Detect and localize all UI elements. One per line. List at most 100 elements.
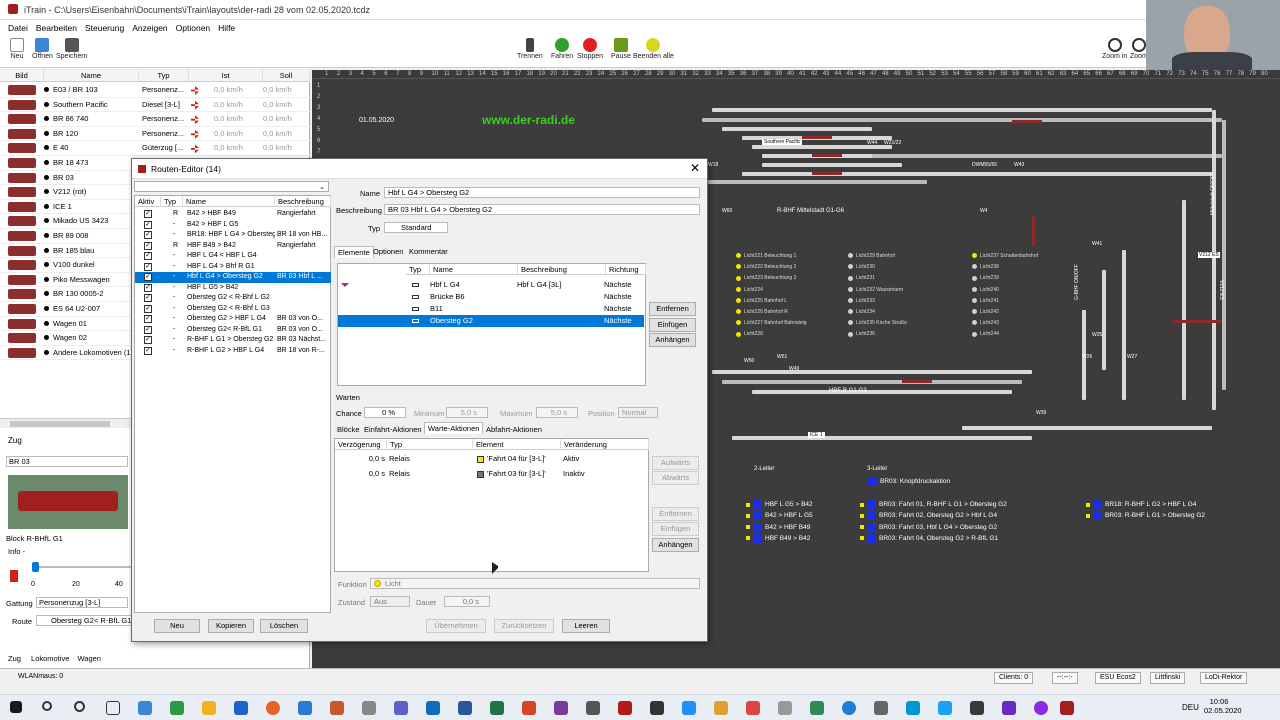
element-row[interactable]: Brücke B6 Nächste xyxy=(338,291,644,303)
lamp-switch[interactable]: Licht224 xyxy=(736,287,763,293)
language-indicator[interactable]: DEU xyxy=(1182,703,1199,712)
col-soll[interactable]: Soll xyxy=(263,70,310,82)
col-name[interactable]: Name xyxy=(44,70,139,82)
taskbar-app-15-icon[interactable] xyxy=(906,701,920,715)
outlook-icon[interactable] xyxy=(426,701,440,715)
loco-row[interactable]: E 40 Güterzug [... 0,0 km/h 0,0 km/h xyxy=(0,141,310,156)
itrain-taskbar-icon[interactable] xyxy=(1060,701,1074,715)
uebernehmen-button[interactable]: Übernehmen xyxy=(426,619,486,633)
search-icon[interactable] xyxy=(42,701,52,711)
col-elem-beschreibung[interactable]: Beschreibung xyxy=(518,264,606,275)
element-row[interactable]: B11 Nächste xyxy=(338,303,644,315)
lamp-switch[interactable]: Licht226 Bahnhof R xyxy=(736,309,788,315)
tab-einfahrt-aktionen[interactable]: Einfahrt-Aktionen xyxy=(361,424,425,436)
route-row[interactable]: ✓ - Hbf L G4 > Obersteg G2 BR 03 Hbf L ... xyxy=(135,272,331,283)
taskbar-app-5-icon[interactable] xyxy=(362,701,376,715)
route-active-checkbox[interactable]: ✓ xyxy=(144,315,152,323)
lamp-switch[interactable]: Licht223 Beleuchtung 3 xyxy=(736,275,796,281)
route-active-checkbox[interactable]: ✓ xyxy=(144,336,152,344)
route-row[interactable]: ✓ - Obersteg G2< R-BfL G1 BR 03 von O... xyxy=(135,325,331,336)
aufwaerts-button[interactable]: Aufwärts xyxy=(652,456,699,470)
lamp-switch[interactable]: Licht241 xyxy=(972,298,999,304)
lamp-switch[interactable]: Licht240 xyxy=(972,287,999,293)
route-row[interactable]: ✓ - Obersteg G2 < R-Bhf L G3 xyxy=(135,304,331,315)
tab-abfahrt-aktionen[interactable]: Abfahrt-Aktionen xyxy=(483,424,545,436)
element-row[interactable]: Hbf L G4 Hbf L G4 [3L] Nächste xyxy=(338,279,644,291)
esu-status[interactable]: ESU Ecos2 xyxy=(1095,672,1141,684)
pause-button[interactable]: Pause xyxy=(611,38,631,60)
col-verzoegerung[interactable]: Verzögerung xyxy=(335,439,387,450)
tab-bloecke[interactable]: Blöcke xyxy=(334,424,363,436)
lamp-switch[interactable]: Licht239 xyxy=(972,275,999,281)
scroll-thumb[interactable] xyxy=(10,421,110,427)
zug-selector[interactable]: BR 03 xyxy=(6,456,128,467)
lamp-switch[interactable]: Licht233 xyxy=(848,298,875,304)
col-typ[interactable]: Typ xyxy=(139,70,189,82)
label-ice[interactable]: ICE 1 xyxy=(808,432,825,438)
direction-arrows-icon[interactable] xyxy=(191,86,199,95)
beschreibung-input[interactable]: BR 03 Hbf L G4 > Obersteg G2 xyxy=(384,204,700,215)
typ-select[interactable]: Standard xyxy=(384,222,448,233)
menu-optionen[interactable]: Optionen xyxy=(176,20,211,36)
direction-arrows-icon[interactable] xyxy=(191,144,199,154)
route-row[interactable]: ✓ - B42 > HBF L G5 xyxy=(135,220,331,231)
funktion-select[interactable]: Licht xyxy=(370,578,700,589)
route-active-checkbox[interactable]: ✓ xyxy=(144,294,152,302)
neu-button[interactable]: Neu xyxy=(154,619,200,633)
route-row[interactable]: ✓ R HBF B49 > B42 Rangierfahrt xyxy=(135,241,331,252)
lamp-switch[interactable]: Licht222 Beleuchtung 2 xyxy=(736,264,796,270)
tab-optionen[interactable]: Optionen xyxy=(370,246,406,258)
run-button[interactable]: Fahren xyxy=(551,38,573,60)
tab-elemente[interactable]: Elemente xyxy=(334,246,374,258)
tab-lokomotive[interactable]: Lokomotive xyxy=(31,654,69,663)
zoom-in-button[interactable]: Zoom in xyxy=(1102,38,1127,60)
direction-arrows-icon[interactable] xyxy=(191,129,199,139)
speed-slider-track[interactable] xyxy=(32,566,137,568)
entfernen-action-button[interactable]: Entfernen xyxy=(652,507,699,521)
einfuegen-action-button[interactable]: Einfügen xyxy=(652,522,699,536)
route-row[interactable]: ✓ - R-BHF L G2 > HBF L G4 BR 18 von R-... xyxy=(135,346,331,357)
maximum-spinner[interactable]: 5,0 s xyxy=(536,407,578,418)
route-button[interactable]: B42 > HBF B49 xyxy=(746,522,810,532)
menu-bearbeiten[interactable]: Bearbeiten xyxy=(36,20,77,36)
loco-row[interactable]: E03 / BR 103 Personenz... 0,0 km/h 0,0 km/h xyxy=(0,83,310,98)
col-name[interactable]: Name xyxy=(183,196,275,207)
minimum-spinner[interactable]: 5,0 s xyxy=(446,407,488,418)
route-button[interactable]: BR03: Fahrt 01, R-BHF L G1 > Obersteg G2 xyxy=(860,500,1007,509)
col-element[interactable]: Element xyxy=(473,439,561,450)
route-row[interactable]: ✓ - HBF L G5 > B42 xyxy=(135,283,331,294)
lodi-status[interactable]: LoDi-Rektor xyxy=(1200,672,1248,684)
clock[interactable]: 10:06 02.05.2020 xyxy=(1204,697,1242,715)
zuruecksetzen-button[interactable]: Zurücksetzen xyxy=(494,619,554,633)
col-elem-richtung[interactable]: Richtung xyxy=(606,264,646,275)
cortana-icon[interactable] xyxy=(74,701,85,712)
action-row[interactable]: 0,0 s Relais 'Fahrt 03 für [3-L]' Inaktiv xyxy=(335,467,647,481)
taskbar-app-8-icon[interactable] xyxy=(650,701,664,715)
taskbar-app-4-icon[interactable] xyxy=(330,701,344,715)
route-field[interactable]: Obersteg G2< R-BfL G1 xyxy=(36,615,132,626)
route-active-checkbox[interactable]: ✓ xyxy=(144,252,152,260)
dauer-spinner[interactable]: 0,0 s xyxy=(444,596,490,607)
direction-icon[interactable] xyxy=(10,570,18,582)
taskbar-app-10-icon[interactable] xyxy=(714,701,728,715)
element-row[interactable]: Obersteg G2 Nächste xyxy=(338,315,644,327)
route-active-checkbox[interactable]: ✓ xyxy=(144,283,152,292)
col-veraenderung[interactable]: Veränderung xyxy=(561,439,649,450)
leeren-button[interactable]: Leeren xyxy=(562,619,610,633)
loco-row[interactable]: Southern Pacific Diesel [3-L] 0,0 km/h 0,0 … xyxy=(0,98,310,113)
route-button[interactable]: B42 > HBF L G5 xyxy=(746,511,813,521)
taskbar-app-7-icon[interactable] xyxy=(586,701,600,715)
expand-arrow-icon[interactable] xyxy=(341,283,349,287)
taskbar-app-14-icon[interactable] xyxy=(874,701,888,715)
windows-start-icon[interactable] xyxy=(10,701,22,713)
menu-anzeigen[interactable]: Anzeigen xyxy=(132,20,167,36)
folder-icon[interactable] xyxy=(202,701,216,715)
tab-wagen[interactable]: Wagen xyxy=(77,654,101,663)
loeschen-button[interactable]: Löschen xyxy=(260,619,308,633)
route-row[interactable]: ✓ R B42 > HBF B49 Rangierfahrt xyxy=(135,209,331,220)
route-active-checkbox[interactable]: ✓ xyxy=(144,231,152,239)
col-typ[interactable]: Typ xyxy=(161,196,183,207)
lamp-switch[interactable]: Licht231 xyxy=(848,275,875,281)
lamp-switch[interactable]: Licht235 Kirche Straße xyxy=(848,320,907,326)
edge-icon[interactable] xyxy=(842,701,856,715)
